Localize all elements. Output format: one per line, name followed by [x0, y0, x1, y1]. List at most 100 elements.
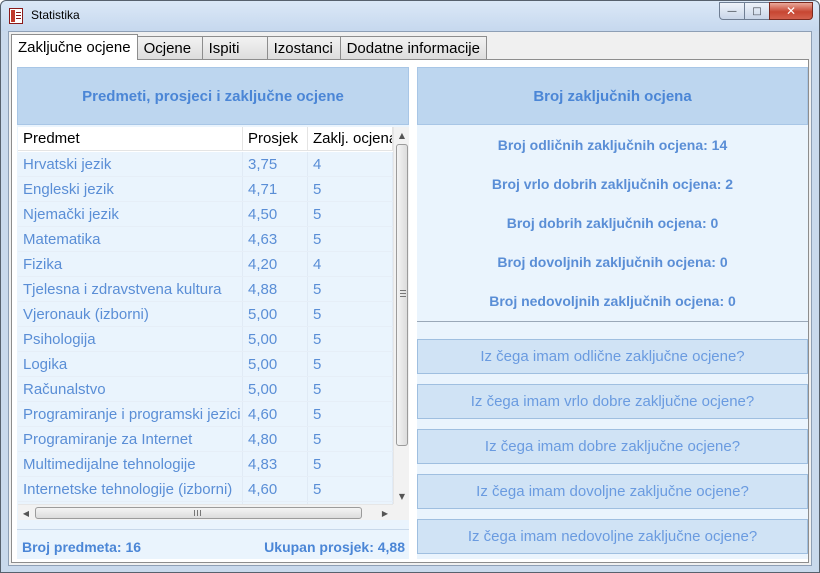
cell-prosjek: 4,83 [243, 452, 308, 476]
cell-prosjek: 5,00 [243, 327, 308, 351]
cell-zakljucna-ocjena: 5 [308, 452, 393, 476]
stats-divider [417, 321, 808, 322]
cell-zakljucna-ocjena: 5 [308, 427, 393, 451]
client-area: Zaključne ocjene Ocjene Ispiti Izostanci… [8, 31, 812, 566]
stat-odlicne: Broj odličnih zaključnih ocjena: 14 [497, 137, 728, 153]
thumb-grip [400, 290, 406, 297]
cell-predmet: Engleski jezik [18, 177, 243, 201]
cell-predmet: Vjeronauk (izborni) [18, 302, 243, 326]
cell-zakljucna-ocjena: 4 [308, 152, 393, 176]
cell-zakljucna-ocjena: 5 [308, 477, 393, 501]
table-row[interactable]: Logika 5,00 5 [18, 352, 393, 377]
subjects-footer: Broj predmeta: 16 Ukupan prosjek: 4,88 [17, 529, 409, 559]
thumb-grip [194, 510, 201, 516]
tab-dodatne-informacije[interactable]: Dodatne informacije [339, 36, 487, 60]
cell-prosjek: 3,75 [243, 152, 308, 176]
minimize-button[interactable]: — [719, 2, 745, 20]
statistika-window: Statistika — □ ✕ Zaključne ocjene Ocjene… [0, 0, 820, 573]
cell-zakljucna-ocjena: 5 [308, 377, 393, 401]
table-row[interactable]: Računalstvo 5,00 5 [18, 377, 393, 402]
dovoljne-button[interactable]: Iz čega imam dovoljne zaključne ocjene? [417, 474, 808, 509]
cell-prosjek: 5,00 [243, 352, 308, 376]
cell-zakljucna-ocjena: 5 [308, 327, 393, 351]
scroll-left-arrow-icon[interactable]: ◀ [18, 505, 34, 520]
cell-zakljucna-ocjena: 5 [308, 227, 393, 251]
cell-zakljucna-ocjena: 4 [308, 252, 393, 276]
cell-prosjek: 4,88 [243, 277, 308, 301]
horizontal-scrollbar[interactable]: ◀ ▶ [18, 504, 393, 520]
maximize-button[interactable]: □ [744, 2, 770, 20]
cell-predmet: Matematika [18, 227, 243, 251]
cell-prosjek: 4,20 [243, 252, 308, 276]
cell-prosjek: 5,00 [243, 302, 308, 326]
grid-body: Hrvatski jezik 3,75 4 Engleski jezik 4,71 5 Nj… [18, 152, 393, 520]
cell-prosjek: 4,60 [243, 402, 308, 426]
cell-prosjek: 4,71 [243, 177, 308, 201]
title-bar[interactable]: Statistika — □ ✕ [1, 1, 819, 31]
column-header-prosjek[interactable]: Prosjek [243, 127, 308, 150]
column-header-predmet[interactable]: Predmet [18, 127, 243, 150]
cell-predmet: Programiranje i programski jezici [18, 402, 243, 426]
table-row[interactable]: Programiranje i programski jezici 4,60 5 [18, 402, 393, 427]
table-row[interactable]: Hrvatski jezik 3,75 4 [18, 152, 393, 177]
cell-zakljucna-ocjena: 5 [308, 352, 393, 376]
cell-zakljucna-ocjena: 5 [308, 202, 393, 226]
cell-predmet: Njemački jezik [18, 202, 243, 226]
scroll-up-arrow-icon[interactable]: ▲ [394, 127, 409, 143]
table-row[interactable]: Matematika 4,63 5 [18, 227, 393, 252]
nedovoljne-button[interactable]: Iz čega imam nedovoljne zaključne ocjene… [417, 519, 808, 554]
scroll-down-arrow-icon[interactable]: ▼ [394, 488, 409, 504]
table-row[interactable]: Internetske tehnologije (izborni) 4,60 5 [18, 477, 393, 502]
vertical-scroll-thumb[interactable] [396, 144, 408, 446]
subjects-panel-header: Predmeti, prosjeci i zaključne ocjene [17, 67, 409, 125]
table-row[interactable]: Programiranje za Internet 4,80 5 [18, 427, 393, 452]
close-button[interactable]: ✕ [769, 2, 813, 20]
tab-zakljucne-ocjene[interactable]: Zaključne ocjene [11, 34, 138, 60]
tab-izostanci[interactable]: Izostanci [266, 36, 341, 60]
window-title: Statistika [31, 8, 80, 22]
tab-strip: Zaključne ocjene Ocjene Ispiti Izostanci… [11, 34, 487, 60]
cell-prosjek: 4,50 [243, 202, 308, 226]
maximize-icon: □ [752, 5, 762, 17]
cell-predmet: Logika [18, 352, 243, 376]
final-grades-panel-header: Broj zaključnih ocjena [417, 67, 808, 125]
horizontal-scroll-thumb[interactable] [35, 507, 362, 519]
cell-predmet: Internetske tehnologije (izborni) [18, 477, 243, 501]
stat-nedovoljne: Broj nedovoljnih zaključnih ocjena: 0 [489, 293, 736, 309]
cell-predmet: Multimedijalne tehnologije [18, 452, 243, 476]
cell-prosjek: 4,63 [243, 227, 308, 251]
cell-predmet: Fizika [18, 252, 243, 276]
app-book-icon [9, 8, 23, 24]
table-row[interactable]: Psihologija 5,00 5 [18, 327, 393, 352]
vrlo-dobre-button[interactable]: Iz čega imam vrlo dobre zaključne ocjene… [417, 384, 808, 419]
table-row[interactable]: Fizika 4,20 4 [18, 252, 393, 277]
cell-zakljucna-ocjena: 5 [308, 402, 393, 426]
cell-predmet: Tjelesna i zdravstvena kultura [18, 277, 243, 301]
tab-ispiti[interactable]: Ispiti [201, 36, 268, 60]
subjects-grid[interactable]: Predmet Prosjek Zaklj. ocjena Hrvatski j… [18, 127, 409, 520]
table-row[interactable]: Multimedijalne tehnologije 4,83 5 [18, 452, 393, 477]
cell-predmet: Hrvatski jezik [18, 152, 243, 176]
table-row[interactable]: Tjelesna i zdravstvena kultura 4,88 5 [18, 277, 393, 302]
total-average-label: Ukupan prosjek: 4,88 [264, 539, 405, 555]
cell-prosjek: 4,60 [243, 477, 308, 501]
subject-count-label: Broj predmeta: 16 [22, 539, 142, 555]
cell-prosjek: 4,80 [243, 427, 308, 451]
scroll-right-arrow-icon[interactable]: ▶ [377, 505, 393, 520]
table-row[interactable]: Njemački jezik 4,50 5 [18, 202, 393, 227]
cell-zakljucna-ocjena: 5 [308, 277, 393, 301]
cell-prosjek: 5,00 [243, 377, 308, 401]
tab-ocjene[interactable]: Ocjene [136, 36, 203, 60]
cell-predmet: Računalstvo [18, 377, 243, 401]
scrollbar-corner [393, 504, 409, 520]
stat-dovoljne: Broj dovoljnih zaključnih ocjena: 0 [497, 254, 728, 270]
odlicne-button[interactable]: Iz čega imam odlične zaključne ocjene? [417, 339, 808, 374]
stat-vrlo-dobre: Broj vrlo dobrih zaključnih ocjena: 2 [491, 176, 734, 192]
table-row[interactable]: Engleski jezik 4,71 5 [18, 177, 393, 202]
cell-predmet: Psihologija [18, 327, 243, 351]
vertical-scrollbar[interactable]: ▲ ▼ [393, 127, 409, 504]
table-row[interactable]: Vjeronauk (izborni) 5,00 5 [18, 302, 393, 327]
column-header-zakljucna-ocjena[interactable]: Zaklj. ocjena [308, 127, 393, 150]
cell-zakljucna-ocjena: 5 [308, 302, 393, 326]
dobre-button[interactable]: Iz čega imam dobre zaključne ocjene? [417, 429, 808, 464]
